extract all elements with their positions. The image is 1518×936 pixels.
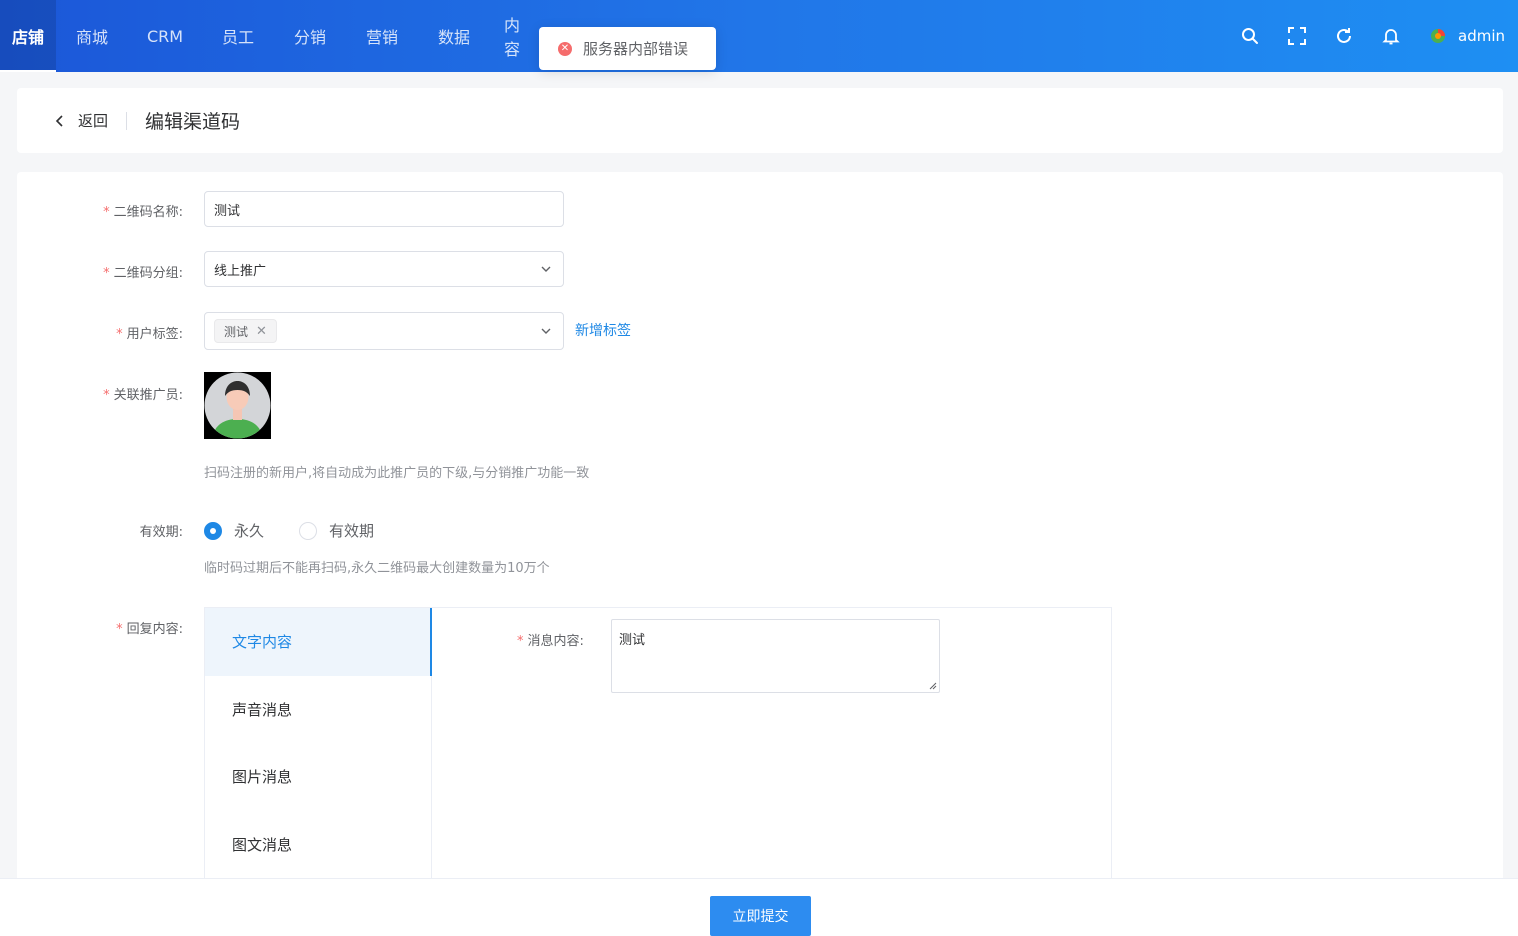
- page-title: 编辑渠道码: [145, 111, 241, 133]
- nav-item-crm[interactable]: CRM: [128, 0, 202, 72]
- tab-image[interactable]: 图片消息: [205, 743, 431, 811]
- header-tools: admin: [1238, 0, 1518, 72]
- chevron-left-icon: [55, 114, 63, 127]
- radio-circle: [204, 521, 222, 540]
- radio-permanent[interactable]: 永久: [204, 520, 264, 541]
- tab-voice[interactable]: 声音消息: [205, 676, 431, 744]
- validity-label: 有效期:: [139, 525, 183, 540]
- search-icon[interactable]: [1238, 24, 1262, 48]
- nav-item-store[interactable]: 店铺: [0, 0, 56, 72]
- user-tags-select[interactable]: 测试 ✕: [204, 312, 564, 350]
- nav-item-marketing[interactable]: 营销: [346, 0, 418, 72]
- nav-item-distribution[interactable]: 分销: [274, 0, 346, 72]
- reply-box: 文字内容 声音消息 图片消息 图文消息 * 消息内容: 测试: [204, 607, 1112, 893]
- fullscreen-icon[interactable]: [1285, 24, 1309, 48]
- user-avatar-icon[interactable]: [1430, 28, 1446, 44]
- chevron-down-icon: [541, 328, 551, 334]
- nav-item-staff[interactable]: 员工: [202, 0, 274, 72]
- bell-icon[interactable]: [1379, 24, 1403, 48]
- chevron-down-icon: [541, 266, 551, 272]
- promoter-hint: 扫码注册的新用户,将自动成为此推广员的下级,与分销推广功能一致: [204, 466, 590, 481]
- back-button[interactable]: 返回: [53, 110, 108, 131]
- tab-article[interactable]: 图文消息: [205, 811, 431, 879]
- qr-name-label: * 二维码名称:: [103, 205, 183, 220]
- qr-group-label: * 二维码分组:: [103, 266, 183, 281]
- nav-item-mall[interactable]: 商城: [56, 0, 128, 72]
- tag-chip: 测试 ✕: [214, 319, 277, 343]
- page-header: 返回 编辑渠道码: [17, 88, 1503, 153]
- main-nav: 店铺 商城 CRM 员工 分销 营销 数据 内容: [0, 0, 540, 72]
- top-navbar: 店铺 商城 CRM 员工 分销 营销 数据 内容 admin: [0, 0, 1518, 72]
- message-label: * 消息内容:: [517, 634, 584, 649]
- toast-message: 服务器内部错误: [583, 40, 689, 58]
- radio-limited[interactable]: 有效期: [299, 520, 374, 541]
- radio-circle: [299, 521, 317, 540]
- reply-tabs: 文字内容 声音消息 图片消息 图文消息: [205, 608, 432, 893]
- message-textarea[interactable]: 测试: [611, 619, 940, 693]
- refresh-icon[interactable]: [1332, 24, 1356, 48]
- tag-close-icon[interactable]: ✕: [256, 324, 267, 339]
- tab-text[interactable]: 文字内容: [205, 608, 432, 676]
- reply-label: * 回复内容:: [116, 622, 183, 637]
- nav-item-data[interactable]: 数据: [418, 0, 490, 72]
- error-toast: ✕ 服务器内部错误: [539, 27, 716, 70]
- qr-name-input[interactable]: 测试: [204, 191, 564, 227]
- submit-button[interactable]: 立即提交: [710, 896, 811, 936]
- qr-group-select[interactable]: 线上推广: [204, 251, 564, 287]
- promoter-label: * 关联推广员:: [103, 388, 183, 403]
- user-tags-label: * 用户标签:: [116, 327, 183, 342]
- error-icon: ✕: [558, 41, 572, 56]
- add-tag-link[interactable]: 新增标签: [575, 320, 631, 340]
- validity-hint: 临时码过期后不能再扫码,永久二维码最大创建数量为10万个: [204, 561, 550, 576]
- divider: [126, 111, 128, 130]
- resize-handle-icon[interactable]: [929, 682, 937, 690]
- nav-item-content[interactable]: 内容: [490, 0, 540, 72]
- admin-username[interactable]: admin: [1458, 27, 1505, 45]
- promoter-avatar[interactable]: [204, 372, 271, 439]
- back-label: 返回: [78, 112, 109, 130]
